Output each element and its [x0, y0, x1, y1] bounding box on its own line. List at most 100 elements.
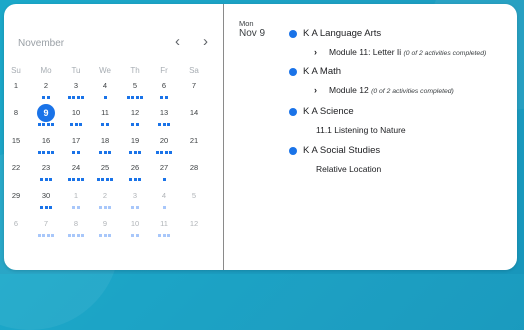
- course-heading[interactable]: K A Social Studies: [289, 145, 380, 156]
- calendar-day[interactable]: 28: [183, 157, 205, 179]
- calendar-day[interactable]: 25: [94, 157, 116, 179]
- calendar-day[interactable]: 6: [5, 213, 27, 235]
- chevron-right-icon: ›: [314, 85, 317, 95]
- calendar-day[interactable]: 14: [183, 102, 205, 124]
- activity-item[interactable]: 11.1 Listening to Nature: [316, 125, 406, 135]
- weekday-label: Th: [130, 66, 140, 75]
- activity-indicator: [40, 178, 52, 181]
- calendar-day[interactable]: 12: [124, 102, 146, 124]
- activity-title: Relative Location: [316, 164, 382, 174]
- activity-title: 11.1 Listening to Nature: [316, 125, 406, 135]
- activity-title: Module 12: [329, 85, 369, 95]
- activity-progress: (0 of 2 activities completed): [371, 88, 454, 95]
- activity-indicator: [67, 234, 85, 237]
- calendar-day[interactable]: 26: [124, 157, 146, 179]
- activity-title: Module 11: Letter Ii: [329, 47, 402, 57]
- course-dot-icon: [289, 67, 297, 76]
- calendar-day[interactable]: 29: [5, 185, 27, 207]
- calendar-day[interactable]: 8: [5, 102, 27, 124]
- chevron-right-icon: ›: [203, 33, 208, 50]
- activity-indicator: [131, 123, 139, 126]
- calendar-day[interactable]: 10: [65, 102, 87, 124]
- calendar-day[interactable]: 5: [124, 75, 146, 97]
- calendar-day[interactable]: 4: [94, 75, 116, 97]
- calendar-day[interactable]: 21: [183, 130, 205, 152]
- calendar-day[interactable]: 24: [65, 157, 87, 179]
- activity-indicator: [40, 206, 52, 209]
- calendar-day[interactable]: 17: [65, 130, 87, 152]
- course-dot-icon: [289, 146, 297, 155]
- activity-indicator: [162, 178, 166, 181]
- course-heading[interactable]: K A Math: [289, 66, 341, 77]
- activity-indicator: [99, 206, 111, 209]
- calendar-day[interactable]: 15: [5, 130, 27, 152]
- activity-indicator: [126, 96, 144, 99]
- course-heading[interactable]: K A Language Arts: [289, 28, 381, 39]
- calendar-day[interactable]: 2: [35, 75, 57, 97]
- calendar-day[interactable]: 1: [5, 75, 27, 97]
- agenda-date: Nov 9: [239, 28, 266, 39]
- activity-indicator: [101, 123, 109, 126]
- activity-indicator: [158, 123, 170, 126]
- calendar-day[interactable]: 1: [65, 185, 87, 207]
- course-name: K A Social Studies: [303, 145, 381, 156]
- activity-indicator: [158, 234, 170, 237]
- activity-indicator: [162, 206, 166, 209]
- weekday-label: Sa: [189, 66, 199, 75]
- calendar-day[interactable]: 13: [153, 102, 175, 124]
- calendar-day[interactable]: 2: [94, 185, 116, 207]
- course-name: K A Math: [303, 66, 342, 77]
- calendar-day-selected[interactable]: 9: [37, 104, 55, 122]
- activity-indicator: [131, 206, 139, 209]
- mini-calendar: November ‹ › Su Mo Tu We Th Fr Sa 1 2 3 4 5 6 7 8 9 10 1…: [4, 4, 223, 270]
- calendar-day[interactable]: 7: [35, 213, 57, 235]
- calendar-day[interactable]: 23: [35, 157, 57, 179]
- prev-month-button[interactable]: ‹: [175, 34, 180, 50]
- calendar-day[interactable]: 11: [153, 213, 175, 235]
- calendar-day[interactable]: 19: [124, 130, 146, 152]
- calendar-day[interactable]: 20: [153, 130, 175, 152]
- activity-indicator: [99, 234, 111, 237]
- course-name: K A Language Arts: [303, 28, 382, 39]
- calendar-day[interactable]: 3: [65, 75, 87, 97]
- calendar-day[interactable]: 6: [153, 75, 175, 97]
- activity-indicator: [72, 151, 80, 154]
- activity-indicator: [129, 178, 141, 181]
- activity-indicator: [37, 234, 55, 237]
- agenda-day-of-week: Mon: [239, 19, 254, 28]
- calendar-day[interactable]: 27: [153, 157, 175, 179]
- activity-indicator: [67, 96, 85, 99]
- calendar-day[interactable]: 22: [5, 157, 27, 179]
- activity-item[interactable]: › Module 12 (0 of 2 activities completed): [314, 85, 454, 95]
- activity-indicator: [99, 151, 111, 154]
- weekday-label: Tu: [71, 66, 81, 75]
- next-month-button[interactable]: ›: [203, 34, 208, 50]
- activity-indicator: [42, 96, 50, 99]
- activity-item[interactable]: › Module 11: Letter Ii (0 of 2 activities…: [314, 47, 486, 57]
- calendar-day[interactable]: 30: [35, 185, 57, 207]
- activity-indicator: [155, 151, 173, 154]
- activity-item[interactable]: Relative Location: [316, 164, 381, 174]
- calendar-day[interactable]: 12: [183, 213, 205, 235]
- calendar-day[interactable]: 7: [183, 75, 205, 97]
- activity-indicator: [70, 123, 82, 126]
- course-name: K A Science: [303, 106, 354, 117]
- course-heading[interactable]: K A Science: [289, 106, 354, 117]
- activity-indicator: [37, 151, 55, 154]
- chevron-right-icon: ›: [314, 47, 317, 57]
- calendar-day[interactable]: 11: [94, 102, 116, 124]
- calendar-day[interactable]: 9: [94, 213, 116, 235]
- calendar-day[interactable]: 16: [35, 130, 57, 152]
- calendar-day[interactable]: 10: [124, 213, 146, 235]
- activity-indicator: [131, 234, 139, 237]
- month-label: November: [18, 38, 65, 49]
- weekday-label: Mo: [40, 66, 52, 75]
- calendar-card: November ‹ › Su Mo Tu We Th Fr Sa 1 2 3 4 5 6 7 8 9 10 1…: [4, 4, 517, 270]
- calendar-day[interactable]: 4: [153, 185, 175, 207]
- calendar-day[interactable]: 5: [183, 185, 205, 207]
- course-dot-icon: [289, 29, 297, 38]
- calendar-day[interactable]: 8: [65, 213, 87, 235]
- calendar-day[interactable]: 18: [94, 130, 116, 152]
- calendar-day[interactable]: 3: [124, 185, 146, 207]
- activity-indicator: [37, 123, 55, 126]
